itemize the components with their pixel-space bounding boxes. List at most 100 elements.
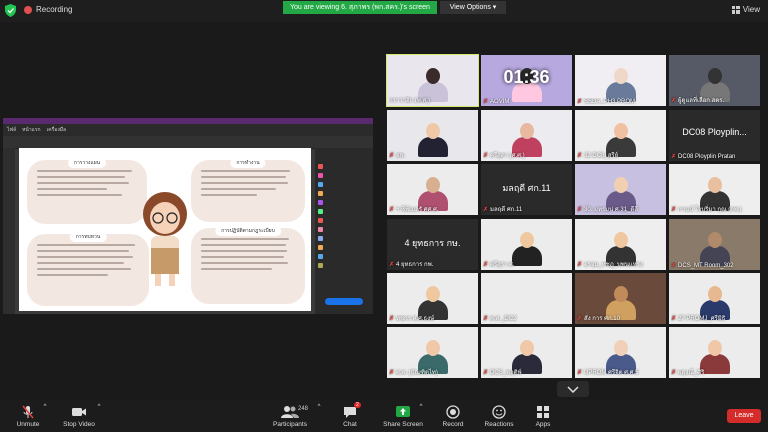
smiley-reaction-icon <box>492 405 506 419</box>
record-icon <box>446 405 460 419</box>
muted-mic-icon: ✗ <box>483 99 489 105</box>
muted-mic-icon: ✗ <box>483 152 489 159</box>
gallery-next-page-button[interactable] <box>557 381 589 397</box>
participant-tile[interactable]: ✗ ฯ ซีพ์เมลรั ศศ.ศ. <box>387 164 478 215</box>
record-button[interactable]: Record <box>436 402 470 430</box>
apps-button[interactable]: Apps <box>528 402 558 430</box>
recording-label: Recording <box>36 5 73 14</box>
view-options-button[interactable]: View Options ▾ <box>440 1 506 14</box>
countdown-timer: 01:36 <box>503 67 550 87</box>
muted-mic-icon: ✗ <box>577 206 583 213</box>
participant-tile[interactable]: ✗ 30. มทรมน่ ศ.31_ดีลี <box>575 164 666 215</box>
participant-name: DC08 Ployplin Pratan <box>678 153 736 160</box>
participant-display-name: มลฤดี ศก.11 <box>502 183 551 193</box>
participant-tile[interactable]: กราวาอิก (พ.ศ.) <box>386 54 479 107</box>
reactions-button[interactable]: Reactions <box>480 402 518 430</box>
participant-tile[interactable]: ✗ 27 PROMJ_ศรีมิธิ <box>669 273 760 324</box>
participant-tile[interactable]: ✗ อพ. <box>387 110 478 161</box>
share-options-caret[interactable]: ^ <box>418 404 424 432</box>
participants-label: Participants <box>273 421 307 428</box>
muted-mic-icon: ✗ <box>389 152 395 159</box>
participant-name: 4 ยุทธการ กพ. <box>396 262 434 268</box>
participant-name: อพ. <box>396 153 406 159</box>
participant-name: 32 DC8_สุรีย์ <box>584 153 619 159</box>
muted-mic-icon: ✗ <box>671 97 677 104</box>
participant-tile[interactable]: ✗ ศรีสุดา (ศ.ศ.) <box>481 110 572 161</box>
recording-indicator[interactable]: Recording <box>24 5 72 14</box>
participant-name-label: ✗ ผดุงณี_ศิริ <box>671 367 758 377</box>
participant-name-label: ✗ ทชกร ศ.ศ.ธงษ์ <box>389 313 476 323</box>
participant-tile[interactable]: ✗ ศ.ศ._DC2 <box>481 273 572 324</box>
participant-tile[interactable]: ✗ ผดุงณี_ศิริ <box>669 327 760 378</box>
participant-tile[interactable]: 4 ยุทธการ กษ. ✗ 4 ยุทธการ กพ. <box>387 219 478 270</box>
participant-tile[interactable]: DC08 Ployplin... ✗ DC08 Ployplin Pratan <box>669 110 760 161</box>
muted-mic-icon: ✗ <box>577 99 583 105</box>
shared-screen[interactable]: ไฟล์ หน้าแรก เครื่องมือ การวางแผน การทำง… <box>3 118 373 314</box>
participant-tile[interactable]: ✗ ศรีสุรา ศ. <box>481 219 572 270</box>
participant-tile[interactable]: ✗ DCS_MT Room_302 <box>669 219 760 270</box>
stop-video-button[interactable]: Stop Video <box>58 402 100 430</box>
participant-tile[interactable]: 01:36 ✗ AOVIM <box>481 55 572 106</box>
participant-name: สั่ง การ ศก.10 <box>584 316 620 322</box>
participant-tile[interactable]: ✗ 32 DC8_สุรีย์ <box>575 110 666 161</box>
video-options-caret[interactable]: ^ <box>96 404 102 432</box>
participant-name-label: ✗ AOVIM <box>483 98 570 106</box>
leave-meeting-button[interactable]: Leave <box>727 409 761 423</box>
chevron-down-icon <box>567 386 579 393</box>
view-options-label: View Options <box>449 4 491 11</box>
muted-mic-icon: ✗ <box>389 206 395 213</box>
muted-mic-icon: ✗ <box>389 315 395 322</box>
participant-tile[interactable]: ✗ กานน์ ใจบริ่มา กุณ (กพ.) <box>669 164 760 215</box>
participant-name: ศรีสุรา ศ. <box>490 262 515 268</box>
view-label: View <box>742 5 760 14</box>
participant-name: ผู้ดูแลที่เลือก สคร. <box>678 98 725 104</box>
participant-name-label: ✗ มลฤดี ศก.11 <box>483 204 570 214</box>
participant-tile[interactable]: ✗ ทชกร ศ.ศ.ธงษ์ <box>387 273 478 324</box>
participant-tile[interactable]: ✗ SSDA_PH3 PROM <box>575 55 666 106</box>
meeting-controls: Unmute ^ Stop Video ^ Participants 248 ^… <box>0 400 768 432</box>
participant-name: ศ.ศ._DC2 <box>490 316 517 322</box>
participant-name-label: ✗ 27 PROMJ_ศรีมิธิ <box>671 313 758 323</box>
participant-silhouette <box>699 232 730 266</box>
share-screen-icon <box>396 406 410 417</box>
participant-name-label: ✗ กานน์ ใจบริ่มา กุณ (กพ.) <box>671 204 758 214</box>
doc-card-heading: การปฏิบัติตามกฎระเบียบ <box>215 226 281 236</box>
stop-video-label: Stop Video <box>63 421 95 428</box>
participant-name-label: ✗ สั่ง การ ศก.10 <box>577 313 664 323</box>
doc-card-heading: การทำงาน <box>230 158 266 168</box>
view-button[interactable]: View <box>731 5 760 14</box>
participant-name-label: ✗ ผู้ดูแลที่เลือก สคร. <box>671 95 758 105</box>
participant-name-label: ✗ ศรีสุดา (ศ.ศ.) <box>483 150 570 160</box>
participant-tile[interactable]: ✗ ศ.ศ. (บัณฑิตไท) <box>387 327 478 378</box>
participant-tile[interactable]: ✗ UPROM ศรีจิต ศ.ศ.5 <box>575 327 666 378</box>
participant-tile[interactable]: ✗ ผู้ดูแลที่เลือก สคร. <box>669 55 760 106</box>
record-dot-icon <box>24 5 32 14</box>
doc-card-operation: การทำงาน <box>191 158 305 222</box>
participant-name-label: ✗ DCS_MT Room_302 <box>671 262 758 270</box>
doc-card-heading: การวางแผน <box>67 158 107 168</box>
participant-name: ฯ ซีพ์เมลรั ศศ.ศ. <box>396 207 439 213</box>
record-label: Record <box>442 421 464 428</box>
participant-tile[interactable]: ✗ อรจุม_ทชฎ_บพนแหร่ง <box>575 219 666 270</box>
security-shield-icon[interactable] <box>5 4 16 17</box>
participant-name: DCS_พลุติพ์ <box>490 370 522 376</box>
cartoon-woman-illustration <box>143 192 187 286</box>
participant-name-label: ✗ อรจุม_ทชฎ_บพนแหร่ง <box>577 259 664 269</box>
participant-name-label: ✗ ศ.ศ. (บัณฑิตไท) <box>389 367 476 377</box>
audio-options-caret[interactable]: ^ <box>42 404 48 432</box>
participant-name: AOVIM <box>490 98 510 105</box>
participant-tile[interactable]: ✗ DCS_พลุติพ์ <box>481 327 572 378</box>
muted-mic-icon: ✗ <box>577 369 583 376</box>
participant-name-label: ✗ 30. มทรมน่ ศ.31_ดีลี <box>577 204 664 214</box>
apps-grid-icon <box>537 406 549 418</box>
participants-icon <box>281 406 299 418</box>
participant-name: SSDA_PH3 PROM <box>584 98 636 105</box>
muted-mic-icon: ✗ <box>577 152 583 159</box>
participants-options-caret[interactable]: ^ <box>316 404 322 432</box>
doc-card-heading: การทบทวน <box>69 232 107 242</box>
participant-name: DCS_MT Room_302 <box>678 262 734 269</box>
participant-tile[interactable]: มลฤดี ศก.11 ✗ มลฤดี ศก.11 <box>481 164 572 215</box>
reactions-label: Reactions <box>484 421 514 428</box>
participant-tile[interactable]: ✗ สั่ง การ ศก.10 <box>575 273 666 324</box>
participant-name-label: ✗ DC08 Ployplin Pratan <box>671 153 758 161</box>
